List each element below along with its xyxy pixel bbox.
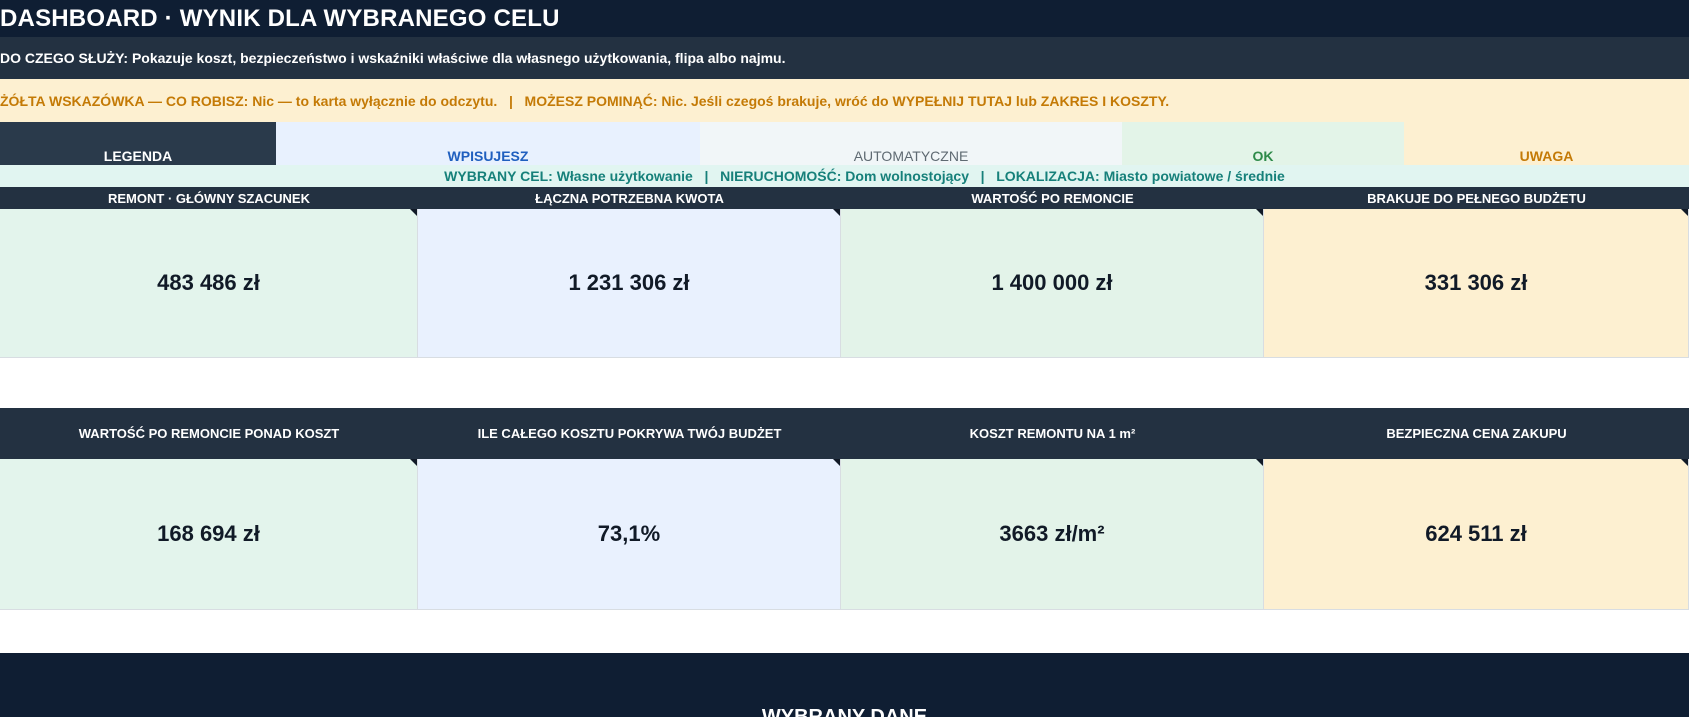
kpi-value-cost-per-m2: 3663 zł/m² bbox=[999, 521, 1105, 546]
kpi-card-total-needed[interactable]: 1 231 306 zł bbox=[418, 209, 841, 358]
comment-marker-icon bbox=[410, 209, 417, 216]
page-title: DASHBOARD · WYNIK DLA WYBRANEGO CELU bbox=[0, 5, 560, 32]
footer-title: WYBRANY DANE bbox=[761, 706, 928, 717]
kpi-label-total-needed: ŁĄCZNA POTRZEBNA KWOTA bbox=[535, 190, 724, 206]
kpi-card-budget-gap[interactable]: 331 306 zł bbox=[1264, 209, 1689, 358]
legend-ok: OK bbox=[1122, 122, 1404, 165]
kpi-label-cost-per-m2: KOSZT REMONTU NA 1 m² bbox=[969, 426, 1136, 441]
kpi-value-row-1: 483 486 zł 1 231 306 zł 1 400 000 zł 331… bbox=[0, 209, 1689, 358]
kpi-label-value-after: WARTOŚĆ PO REMONCIE bbox=[971, 190, 1134, 206]
kpi-label-budget-coverage: ILE CAŁEGO KOSZTU POKRYWA TWÓJ BUDŻET bbox=[477, 426, 782, 441]
kpi-label-value-over-cost: WARTOŚĆ PO REMONCIE PONAD KOSZT bbox=[78, 426, 340, 441]
comment-marker-icon bbox=[833, 209, 840, 216]
footer-bar: WYBRANY DANE bbox=[0, 653, 1689, 717]
hint-text: ŻÓŁTA WSKAZÓWKA — CO ROBISZ: Nic — to ka… bbox=[0, 92, 1170, 109]
kpi-value-budget-gap: 331 306 zł bbox=[1424, 270, 1528, 295]
legend-row: LEGENDA WPISUJESZ AUTOMATYCZNE OK UWAGA bbox=[0, 122, 1689, 165]
kpi-card-cost-per-m2[interactable]: 3663 zł/m² bbox=[841, 459, 1264, 610]
info-text: DO CZEGO SŁUŻY: Pokazuje koszt, bezpiecz… bbox=[0, 50, 786, 66]
kpi-label-budget-gap: BRAKUJE DO PEŁNEGO BUDŻETU bbox=[1367, 190, 1586, 206]
comment-marker-icon bbox=[833, 459, 840, 466]
info-bar: DO CZEGO SŁUŻY: Pokazuje koszt, bezpiecz… bbox=[0, 37, 1689, 79]
kpi-value-budget-coverage: 73,1% bbox=[597, 521, 661, 546]
kpi-card-value-over-cost[interactable]: 168 694 zł bbox=[0, 459, 418, 610]
comment-marker-icon bbox=[1681, 209, 1688, 216]
kpi-value-safe-price: 624 511 zł bbox=[1425, 521, 1527, 546]
kpi-card-safe-price[interactable]: 624 511 zł bbox=[1264, 459, 1689, 610]
spacer bbox=[0, 358, 1689, 408]
kpi-card-budget-coverage[interactable]: 73,1% bbox=[418, 459, 841, 610]
kpi-card-renovation[interactable]: 483 486 zł bbox=[0, 209, 418, 358]
goal-text: WYBRANY CEL: Własne użytkowanie | NIERUC… bbox=[444, 168, 1285, 184]
legend-input: WPISUJESZ bbox=[276, 122, 700, 165]
legend-warn: UWAGA bbox=[1404, 122, 1689, 165]
comment-marker-icon bbox=[410, 459, 417, 466]
comment-marker-icon bbox=[1681, 459, 1688, 466]
comment-marker-icon bbox=[1256, 459, 1263, 466]
spacer bbox=[0, 610, 1689, 653]
kpi-label-renovation: REMONT · GŁÓWNY SZACUNEK bbox=[108, 190, 310, 206]
kpi-header-row-2: WARTOŚĆ PO REMONCIE PONAD KOSZT ILE CAŁE… bbox=[0, 408, 1689, 459]
kpi-value-row-2: 168 694 zł 73,1% 3663 zł/m² 624 511 zł bbox=[0, 459, 1689, 610]
kpi-header-row-1: REMONT · GŁÓWNY SZACUNEK ŁĄCZNA POTRZEBN… bbox=[0, 187, 1689, 209]
goal-bar: WYBRANY CEL: Własne użytkowanie | NIERUC… bbox=[0, 165, 1689, 187]
kpi-value-value-over-cost: 168 694 zł bbox=[157, 521, 260, 546]
kpi-card-value-after[interactable]: 1 400 000 zł bbox=[841, 209, 1264, 358]
title-bar: DASHBOARD · WYNIK DLA WYBRANEGO CELU bbox=[0, 0, 1689, 37]
kpi-value-value-after: 1 400 000 zł bbox=[991, 270, 1113, 295]
legend-label: LEGENDA bbox=[0, 122, 276, 165]
kpi-value-renovation: 483 486 zł bbox=[157, 270, 260, 295]
legend-auto: AUTOMATYCZNE bbox=[700, 122, 1122, 165]
comment-marker-icon bbox=[1256, 209, 1263, 216]
hint-bar: ŻÓŁTA WSKAZÓWKA — CO ROBISZ: Nic — to ka… bbox=[0, 79, 1689, 122]
kpi-label-safe-price: BEZPIECZNA CENA ZAKUPU bbox=[1386, 426, 1567, 441]
kpi-value-total-needed: 1 231 306 zł bbox=[568, 270, 690, 295]
